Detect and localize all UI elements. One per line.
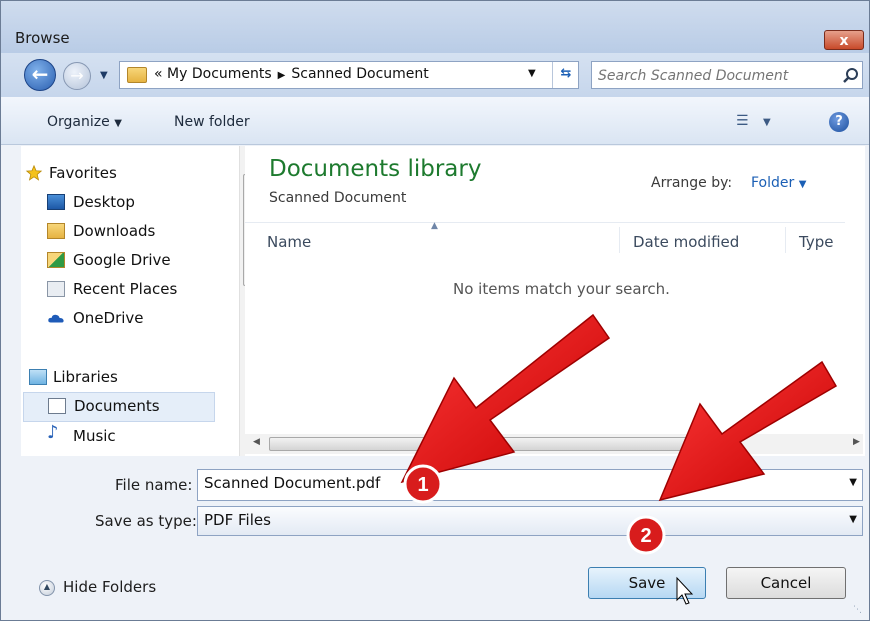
documents-icon [48, 398, 66, 414]
library-title: Documents library [269, 156, 482, 182]
chevron-down-icon: ▼ [763, 117, 771, 128]
nav-onedrive[interactable]: OneDrive [41, 305, 235, 333]
arrange-by-dropdown[interactable]: Folder ▼ [751, 175, 806, 191]
search-icon[interactable] [841, 66, 861, 86]
breadcrumb-overflow[interactable]: « [154, 66, 163, 82]
refresh-icon[interactable]: ⇆ [552, 62, 579, 88]
recent-places-icon [47, 281, 65, 297]
nav-music-label: Music [73, 427, 116, 445]
help-icon[interactable]: ? [829, 112, 849, 132]
onedrive-cloud-icon [48, 314, 64, 323]
breadcrumb: « My Documents ▶ Scanned Document [154, 66, 429, 82]
nav-downloads-label: Downloads [73, 222, 156, 240]
file-name-value: Scanned Document.pdf [204, 474, 381, 492]
back-arrow-icon: ← [31, 62, 49, 86]
google-drive-icon [47, 252, 65, 268]
column-divider[interactable] [619, 227, 620, 253]
column-divider[interactable] [785, 227, 786, 253]
nav-desktop-label: Desktop [73, 193, 135, 211]
chevron-down-icon: ▼ [114, 118, 122, 129]
chevron-down-icon: ▼ [798, 179, 807, 190]
nav-onedrive-label: OneDrive [73, 309, 144, 327]
back-button[interactable]: ← [24, 59, 56, 91]
chevron-down-icon[interactable]: ▼ [849, 477, 857, 488]
library-subtitle: Scanned Document [269, 190, 407, 206]
folder-icon [127, 67, 147, 83]
navigation-pane: Favorites Desktop Downloads Google Drive… [21, 146, 259, 456]
recent-pages-dropdown[interactable]: ▼ [100, 70, 108, 81]
cancel-button[interactable]: Cancel [726, 567, 846, 599]
column-date-modified[interactable]: Date modified [633, 233, 739, 251]
file-name-input[interactable]: Scanned Document.pdf ▼ [197, 469, 863, 501]
forward-arrow-icon: → [70, 66, 84, 85]
forward-button[interactable]: → [63, 62, 91, 90]
hide-folders-button[interactable]: ▲ Hide Folders [39, 578, 156, 596]
organize-button[interactable]: Organize ▼ [47, 114, 122, 130]
search-box[interactable] [591, 61, 863, 89]
chevron-down-icon[interactable]: ▼ [849, 514, 857, 525]
nav-favorites[interactable]: Favorites [25, 160, 219, 188]
column-type[interactable]: Type [799, 233, 833, 251]
file-name-label: File name: [115, 476, 192, 494]
search-input[interactable] [596, 64, 836, 88]
view-options-button[interactable]: ☰ ▼ [736, 113, 771, 129]
resize-grip-icon[interactable]: ⋱ [853, 605, 862, 615]
arrange-by-value: Folder [751, 175, 795, 191]
file-list-pane: Documents library Scanned Document Arran… [245, 146, 865, 456]
breadcrumb-scanned-document[interactable]: Scanned Document [291, 66, 428, 82]
arrange-by-label: Arrange by: [651, 175, 733, 191]
downloads-folder-icon [47, 223, 65, 239]
view-list-icon: ☰ [736, 113, 749, 129]
nav-libraries-label: Libraries [53, 368, 118, 386]
address-dropdown-icon[interactable]: ▼ [528, 68, 536, 79]
nav-downloads[interactable]: Downloads [41, 218, 235, 246]
file-list-horizontal-scrollbar[interactable]: ◀ ▶ [245, 434, 863, 454]
window-title: Browse [15, 29, 70, 47]
organize-label: Organize [47, 114, 110, 130]
sort-ascending-icon: ▲ [431, 221, 438, 231]
save-as-type-value: PDF Files [204, 511, 271, 529]
nav-recent-places[interactable]: Recent Places [41, 276, 235, 304]
nav-documents-label: Documents [74, 397, 160, 415]
breadcrumb-my-documents[interactable]: My Documents [167, 66, 272, 82]
column-header-row: ▲ Name Date modified Type [245, 221, 845, 256]
navigation-bar: ← → ▼ « My Documents ▶ Scanned Document ▼ … [1, 53, 869, 97]
scrollbar-thumb[interactable] [269, 437, 699, 451]
browse-dialog: Browse x ← → ▼ « My Documents ▶ Scanned Do… [0, 0, 870, 621]
nav-music[interactable]: ♪ Music [41, 423, 235, 451]
nav-desktop[interactable]: Desktop [41, 189, 235, 217]
save-as-type-label-text: Save as type: [95, 512, 197, 530]
close-icon: x [839, 33, 849, 49]
star-icon [25, 165, 43, 181]
nav-google-drive-label: Google Drive [73, 251, 171, 269]
file-name-label-text: File name: [115, 476, 193, 494]
hide-folders-label: Hide Folders [63, 578, 157, 596]
nav-recent-places-label: Recent Places [73, 280, 178, 298]
new-folder-button[interactable]: New folder [174, 114, 250, 130]
desktop-icon [47, 194, 65, 210]
save-as-type-select[interactable]: PDF Files ▼ [197, 506, 863, 536]
music-note-icon: ♪ [47, 422, 59, 443]
nav-favorites-label: Favorites [49, 164, 117, 182]
column-name[interactable]: Name [267, 233, 311, 251]
chevron-up-icon: ▲ [39, 579, 55, 596]
save-as-type-label: Save as type: [95, 512, 197, 530]
nav-google-drive[interactable]: Google Drive [41, 247, 235, 275]
scroll-right-icon[interactable]: ▶ [853, 437, 860, 447]
title-bar: Browse x [1, 1, 869, 53]
save-button[interactable]: Save [588, 567, 706, 599]
breadcrumb-separator-icon[interactable]: ▶ [278, 70, 286, 81]
nav-documents[interactable]: Documents [23, 392, 215, 422]
command-bar: Organize ▼ New folder ☰ ▼ ? [1, 97, 869, 145]
nav-libraries[interactable]: Libraries [25, 364, 219, 392]
libraries-icon [29, 369, 47, 385]
close-button[interactable]: x [824, 30, 864, 50]
address-bar[interactable]: « My Documents ▶ Scanned Document ▼ ⇆ [119, 61, 579, 89]
empty-message: No items match your search. [453, 280, 670, 298]
scroll-left-icon[interactable]: ◀ [253, 437, 260, 447]
